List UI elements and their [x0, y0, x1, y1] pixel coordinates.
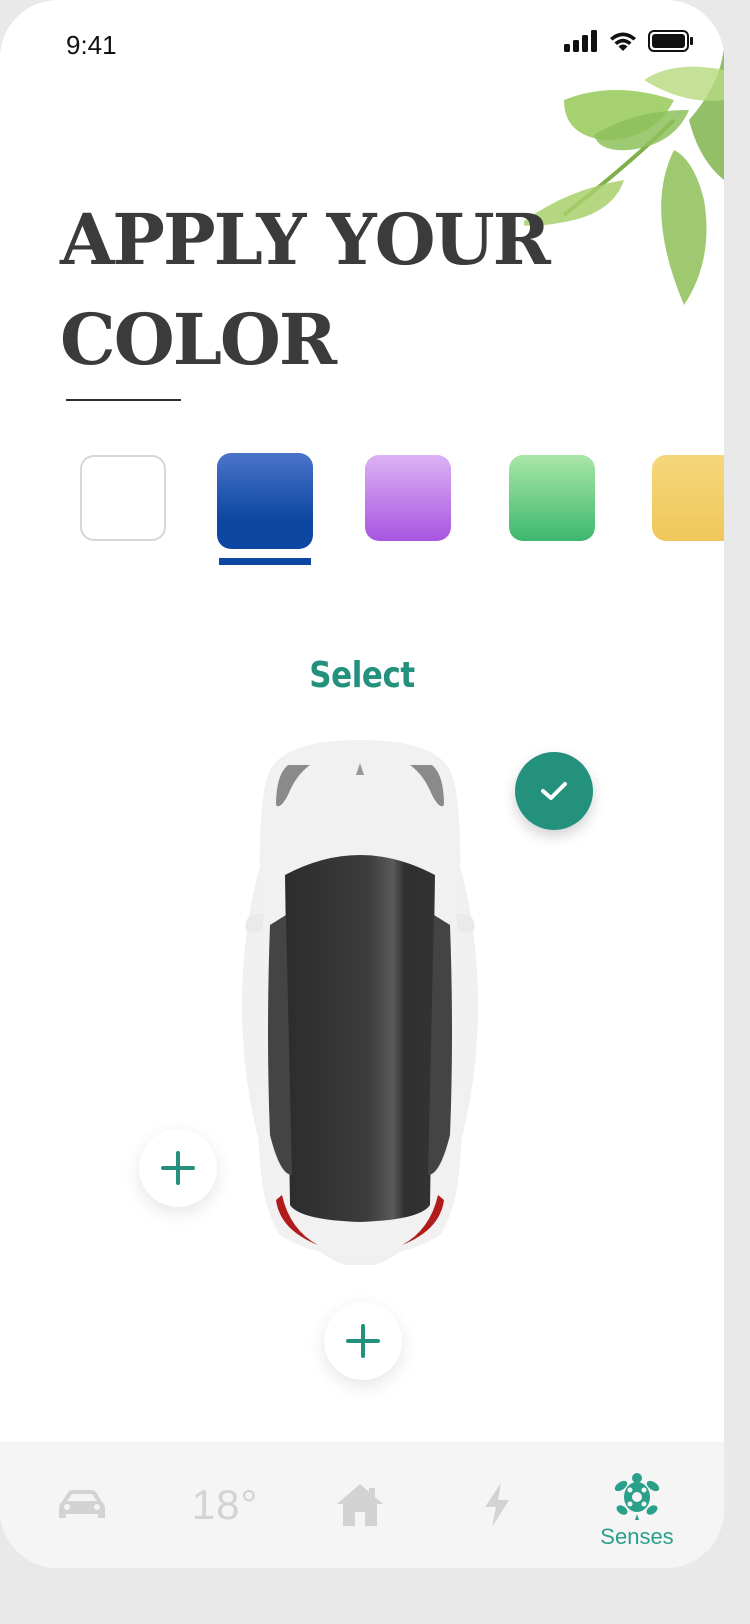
- bottom-tab-bar: 18° Senses: [0, 1442, 724, 1568]
- page-title: APPLY YOUR COLOR: [60, 198, 551, 381]
- selected-swatch-indicator: [219, 558, 311, 565]
- swatch-green[interactable]: [509, 455, 595, 541]
- check-icon: [541, 782, 567, 800]
- plus-icon: [161, 1151, 195, 1185]
- tab-car[interactable]: [40, 1442, 124, 1568]
- swatch-white[interactable]: [80, 455, 166, 541]
- turtle-icon: [614, 1473, 660, 1520]
- swatch-yellow[interactable]: [652, 455, 724, 541]
- tab-temperature[interactable]: 18°: [170, 1442, 280, 1568]
- tab-home[interactable]: [318, 1442, 402, 1568]
- plus-icon: [346, 1324, 380, 1358]
- tab-senses[interactable]: Senses: [585, 1442, 689, 1568]
- swatch-blue[interactable]: [217, 453, 313, 549]
- car-top-view: [242, 740, 478, 1265]
- confirm-check-button[interactable]: [515, 752, 593, 830]
- car-icon: [59, 1490, 105, 1518]
- phone-screen: 9:41 APPLY YOUR COLOR Select 18° Senses: [0, 0, 724, 1568]
- lightning-icon: [485, 1483, 509, 1527]
- add-side-button[interactable]: [139, 1129, 217, 1207]
- temperature-label: 18°: [191, 1481, 259, 1528]
- add-rear-button[interactable]: [324, 1302, 402, 1380]
- select-label: Select: [309, 655, 415, 696]
- status-time: 9:41: [66, 30, 117, 60]
- tab-senses-label: Senses: [600, 1524, 674, 1549]
- title-divider: [66, 399, 181, 401]
- swatch-purple[interactable]: [365, 455, 451, 541]
- tab-charging[interactable]: [455, 1442, 539, 1568]
- home-icon: [337, 1484, 383, 1526]
- color-swatch-row: [0, 450, 724, 580]
